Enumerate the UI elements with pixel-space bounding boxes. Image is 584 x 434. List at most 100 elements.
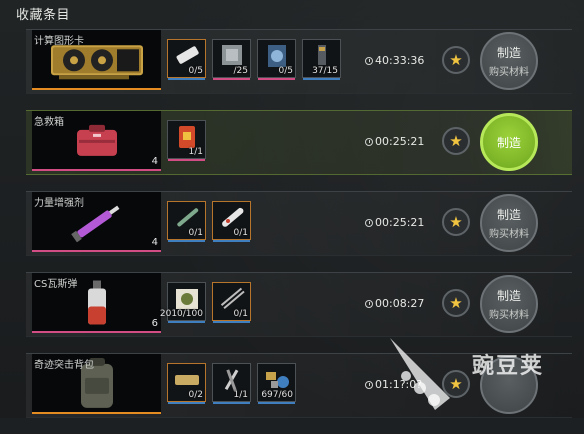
grenade-icon: [85, 280, 109, 331]
material-slot[interactable]: 0/2: [167, 363, 206, 404]
craft-timer: 00:08:27: [365, 297, 424, 310]
clock-icon: [365, 299, 373, 308]
materials: 2010/100 0/1: [160, 282, 251, 323]
material-rarity-bar: [168, 240, 205, 242]
injector-icon: [171, 205, 202, 230]
vial-icon: [216, 205, 247, 230]
material-slot[interactable]: 37/15: [302, 39, 341, 80]
bandage-icon: [171, 43, 202, 68]
favorite-row[interactable]: 力量增强剂 4 0/1 0/1 00:25:21 ★ 制造 购买材料: [26, 191, 572, 256]
material-count: 1/1: [188, 147, 203, 157]
timer-text: 00:25:21: [375, 135, 425, 148]
material-count: 0/1: [188, 228, 203, 238]
star-icon: ★: [449, 294, 463, 312]
parts-icon: [261, 367, 292, 392]
craft-label: 制造: [496, 46, 521, 60]
clock-icon: [365, 218, 373, 227]
material-slot[interactable]: 0/1: [212, 282, 251, 323]
tools-icon: [216, 367, 247, 392]
item-thumbnail[interactable]: CS瓦斯弹 6: [32, 273, 161, 333]
timer-text: 40:33:36: [375, 54, 425, 67]
star-icon: ★: [449, 375, 463, 393]
craft-button[interactable]: 制造 购买材料: [480, 32, 538, 90]
buy-materials-label: 购买材料: [489, 229, 529, 240]
timer-text: 00:08:27: [375, 297, 425, 310]
material-slot[interactable]: 0/5: [167, 39, 206, 80]
craft-timer: 01:1?:0?: [365, 378, 422, 391]
item-thumbnail[interactable]: 计算图形卡: [32, 30, 161, 90]
favorites-list: 计算图形卡 0/5/25 0/5 37/15 40:33:36 ★ 制造 购买材料 急救箱 4 1/…: [26, 29, 572, 434]
rarity-line: [32, 412, 161, 414]
craft-button[interactable]: 制造: [480, 113, 538, 171]
material-count: 0/5: [188, 66, 203, 76]
craft-timer: 00:25:21: [365, 135, 424, 148]
material-slot[interactable]: 1/1: [167, 120, 206, 161]
material-slot[interactable]: 0/1: [167, 201, 206, 242]
craft-label: 制造: [496, 289, 521, 303]
favorite-star-button[interactable]: ★: [442, 46, 470, 74]
craft-timer: 00:25:21: [365, 216, 424, 229]
material-count: 0/5: [278, 66, 293, 76]
item-thumbnail[interactable]: 急救箱 4: [32, 111, 161, 171]
materials: 1/1: [167, 120, 206, 161]
favorite-row[interactable]: CS瓦斯弹 6 2010/100 0/1 00:08:27 ★ 制造购买材料: [26, 272, 572, 337]
material-rarity-bar: [168, 78, 205, 80]
timer-text: 00:25:21: [375, 216, 425, 229]
material-rarity-bar: [168, 321, 205, 323]
material-slot[interactable]: /25: [212, 39, 251, 80]
item-name: 力量增强剂: [34, 198, 84, 209]
clock-icon: [365, 56, 373, 65]
clock-icon: [365, 137, 373, 146]
powder-icon: [171, 286, 202, 311]
favorite-star-button[interactable]: ★: [442, 289, 470, 317]
buy-materials-label: 购买材料: [489, 67, 529, 78]
material-rarity-bar: [213, 240, 250, 242]
material-slot[interactable]: 0/5: [257, 39, 296, 80]
item-thumbnail[interactable]: 奇迹突击背包: [32, 354, 161, 414]
item-name: 奇迹突击背包: [34, 360, 94, 371]
material-count: 0/2: [188, 390, 203, 400]
item-thumbnail[interactable]: 力量增强剂 4: [32, 192, 161, 252]
materials: 0/2 1/1 697/60: [167, 363, 296, 404]
material-count: 2010/100: [159, 309, 203, 319]
item-name: 计算图形卡: [34, 36, 84, 47]
timer-text: 01:1?:0?: [375, 378, 423, 391]
material-rarity-bar: [168, 159, 205, 161]
material-count: 37/15: [312, 66, 338, 76]
item-count: 4: [151, 156, 158, 167]
star-icon: ★: [449, 51, 463, 69]
craft-timer: 40:33:36: [365, 54, 424, 67]
craft-button[interactable]: 制造 购买材料: [480, 275, 538, 333]
material-rarity-bar: [258, 402, 295, 404]
craft-label: 制造: [496, 135, 521, 150]
rarity-line: [32, 250, 161, 252]
favorite-star-button[interactable]: ★: [442, 127, 470, 155]
fan-icon: [261, 43, 292, 68]
item-name: CS瓦斯弹: [34, 279, 78, 290]
buy-materials-label: 购买材料: [489, 310, 529, 321]
favorite-star-button[interactable]: ★: [442, 208, 470, 236]
favorite-row[interactable]: 奇迹突击背包 0/2 1/1 697/60 01:1?:0? ★: [26, 353, 572, 418]
star-icon: ★: [449, 213, 463, 231]
item-name: 急救箱: [34, 117, 64, 128]
material-rarity-bar: [168, 402, 205, 404]
fabric-icon: [171, 367, 202, 392]
material-slot[interactable]: 697/60: [257, 363, 296, 404]
rods-icon: [216, 286, 247, 311]
material-rarity-bar: [213, 402, 250, 404]
favorite-row[interactable]: 急救箱 4 1/1 00:25:21 ★ 制造: [26, 110, 572, 175]
material-count: 0/1: [233, 309, 248, 319]
material-slot[interactable]: 1/1: [212, 363, 251, 404]
craft-button[interactable]: 制造 购买材料: [480, 194, 538, 252]
favorite-star-button[interactable]: ★: [442, 370, 470, 398]
medical-bag-icon: [171, 124, 202, 149]
material-slot[interactable]: 2010/100: [160, 282, 206, 323]
craft-button[interactable]: [480, 356, 538, 414]
item-count: 6: [151, 318, 158, 329]
material-slot[interactable]: 0/1: [212, 201, 251, 242]
favorite-row[interactable]: 计算图形卡 0/5/25 0/5 37/15 40:33:36 ★ 制造购买材料: [26, 29, 572, 94]
material-count: 0/1: [233, 228, 248, 238]
medkit-icon: [75, 124, 119, 162]
material-count: /25: [233, 66, 248, 76]
material-rarity-bar: [303, 78, 340, 80]
